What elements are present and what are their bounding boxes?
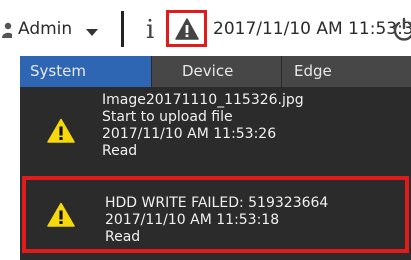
warning-icon	[47, 202, 75, 227]
toolbar-divider	[121, 11, 124, 47]
chevron-down-icon[interactable]	[86, 29, 98, 36]
info-icon[interactable]: i	[146, 15, 154, 45]
warning-icon	[47, 118, 75, 143]
user-menu-label[interactable]: Admin	[18, 19, 72, 39]
tab-system[interactable]: System	[20, 56, 151, 87]
event-text: Image20171110_115326.jpg Start to upload…	[102, 92, 304, 160]
tab-edge[interactable]: Edge	[281, 56, 411, 87]
event-text: HDD WRITE FAILED: 519323664 2017/11/10 A…	[105, 195, 328, 246]
event-filename: Image20171110_115326.jpg	[102, 92, 304, 108]
tab-device[interactable]: Device	[151, 56, 281, 87]
event-timestamp: 2017/11/10 AM 11:53:18	[105, 212, 280, 228]
event-message: Start to upload file	[102, 109, 233, 125]
power-icon[interactable]	[392, 17, 411, 41]
event-item[interactable]: Image20171110_115326.jpg Start to upload…	[20, 91, 411, 171]
event-status: Read	[105, 229, 141, 245]
event-panel: System Device Edge Image20171110_115326.…	[20, 56, 411, 260]
alert-button[interactable]	[166, 10, 207, 47]
tab-bar: System Device Edge	[20, 56, 411, 87]
event-timestamp: 2017/11/10 AM 11:53:26	[102, 126, 277, 142]
current-datetime: 2017/11/10 AM 11:53:33	[213, 19, 411, 39]
warning-icon	[175, 18, 199, 40]
event-message: HDD WRITE FAILED: 519323664	[105, 195, 329, 211]
event-status: Read	[102, 143, 138, 159]
top-bar: Admin i 2017/11/10 AM 11:53:33	[0, 0, 411, 55]
user-icon[interactable]	[2, 22, 12, 38]
event-item-highlighted[interactable]: HDD WRITE FAILED: 519323664 2017/11/10 A…	[22, 176, 409, 253]
